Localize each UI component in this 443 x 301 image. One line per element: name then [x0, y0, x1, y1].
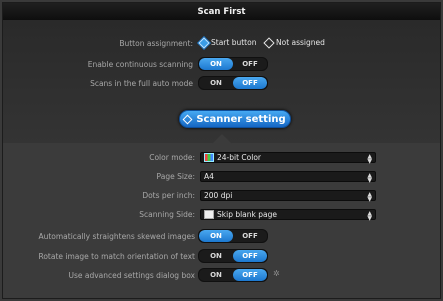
button-assignment-label: Button assignment: [119, 39, 193, 48]
toggle-off[interactable]: OFF [233, 269, 267, 281]
scan-first-window: Scan First Button assignment: Start butt… [2, 2, 441, 299]
scanning-side-select[interactable]: Skip blank page ▲ ▼ [200, 209, 376, 222]
select-arrows-icon: ▲ ▼ [367, 152, 372, 165]
toggle-on[interactable]: ON [199, 269, 233, 281]
full-auto-mode-toggle[interactable]: ON OFF [198, 76, 268, 90]
color-mode-select[interactable]: 24-bit Color ▲ ▼ [200, 152, 376, 165]
page-size-select[interactable]: A4 ▲ ▼ [200, 171, 376, 184]
select-arrows-icon: ▲ ▼ [367, 190, 372, 203]
page-size-value: A4 [204, 172, 214, 181]
advanced-toggle[interactable]: ON OFF [198, 268, 268, 282]
straighten-label: Automatically straightens skewed images [38, 232, 195, 241]
select-arrows-icon: ▲ ▼ [367, 209, 372, 222]
dpi-value: 200 dpi [204, 191, 233, 200]
straighten-toggle[interactable]: ON OFF [198, 229, 268, 243]
radio-selected-icon [198, 36, 210, 49]
toggle-off[interactable]: OFF [233, 250, 267, 262]
rotate-label: Rotate image to match orientation of tex… [38, 252, 195, 261]
radio-start-button-label: Start button [211, 38, 257, 47]
toggle-off[interactable]: OFF [233, 230, 267, 242]
continuous-scanning-label: Enable continuous scanning [87, 60, 193, 69]
toggle-off[interactable]: OFF [233, 58, 267, 70]
diamond-icon [182, 114, 193, 124]
radio-unselected-icon [263, 36, 275, 49]
toggle-on[interactable]: ON [199, 58, 233, 70]
radio-not-assigned-label: Not assigned [276, 38, 325, 47]
rotate-toggle[interactable]: ON OFF [198, 249, 268, 263]
dpi-label: Dots per inch: [142, 191, 195, 200]
continuous-scanning-toggle[interactable]: ON OFF [198, 57, 268, 71]
toggle-on[interactable]: ON [199, 77, 233, 89]
scanning-side-label: Scanning Side: [139, 210, 195, 219]
radio-not-assigned[interactable]: Not assigned [263, 36, 325, 49]
window-title: Scan First [3, 3, 440, 20]
page-icon [204, 210, 214, 219]
radio-start-button[interactable]: Start button [198, 36, 257, 49]
panel-notch [212, 134, 232, 144]
gear-icon[interactable]: ✲ [273, 269, 280, 278]
scanning-side-value: Skip blank page [217, 210, 277, 219]
advanced-label: Use advanced settings dialog box [68, 271, 195, 280]
scanner-setting-button[interactable]: Scanner setting [179, 110, 291, 128]
scanner-setting-label: Scanner setting [196, 113, 286, 125]
page-size-label: Page Size: [156, 172, 195, 181]
toggle-off[interactable]: OFF [233, 77, 267, 89]
full-auto-mode-label: Scans in the full auto mode [90, 79, 193, 88]
settings-panel: Color mode: 24-bit Color ▲ ▼ Page Size: A… [3, 143, 440, 298]
color-icon [204, 153, 214, 162]
dpi-select[interactable]: 200 dpi ▲ ▼ [200, 190, 376, 203]
toggle-on[interactable]: ON [199, 230, 233, 242]
toggle-on[interactable]: ON [199, 250, 233, 262]
color-mode-label: Color mode: [149, 153, 195, 162]
color-mode-value: 24-bit Color [217, 153, 262, 162]
select-arrows-icon: ▲ ▼ [367, 171, 372, 184]
